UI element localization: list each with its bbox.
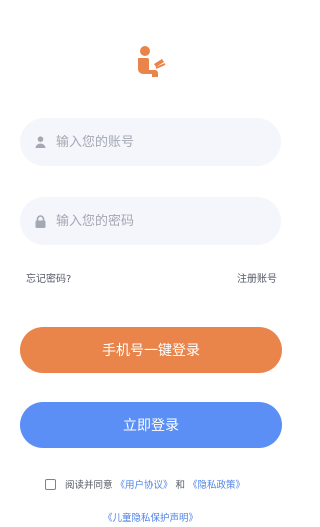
login-page: 忘记密码? 注册账号 手机号一键登录 立即登录 阅读并同意 《用户协议》 和 《…	[0, 0, 301, 527]
user-agreement-link[interactable]: 《用户协议》	[116, 477, 173, 491]
privacy-policy-link[interactable]: 《隐私政策》	[188, 477, 245, 491]
account-input[interactable]	[56, 134, 256, 150]
login-button[interactable]: 立即登录	[20, 402, 282, 448]
account-field[interactable]	[20, 118, 281, 166]
agreement-prefix: 阅读并同意	[65, 480, 113, 491]
user-icon	[34, 135, 46, 149]
agreement-row: 阅读并同意 《用户协议》 和 《隐私政策》	[45, 477, 248, 491]
agreement-checkbox[interactable]	[45, 478, 56, 490]
password-field[interactable]	[20, 197, 281, 245]
password-input[interactable]	[56, 213, 256, 229]
reading-person-icon	[132, 44, 168, 80]
forgot-password-link[interactable]: 忘记密码?	[26, 273, 71, 287]
one-click-login-button[interactable]: 手机号一键登录	[20, 327, 282, 373]
agreement-and: 和	[175, 480, 186, 491]
register-link[interactable]: 注册账号	[237, 273, 277, 287]
lock-icon	[34, 214, 46, 228]
child-privacy-link[interactable]: 《儿童隐私保护声明》	[0, 510, 301, 524]
